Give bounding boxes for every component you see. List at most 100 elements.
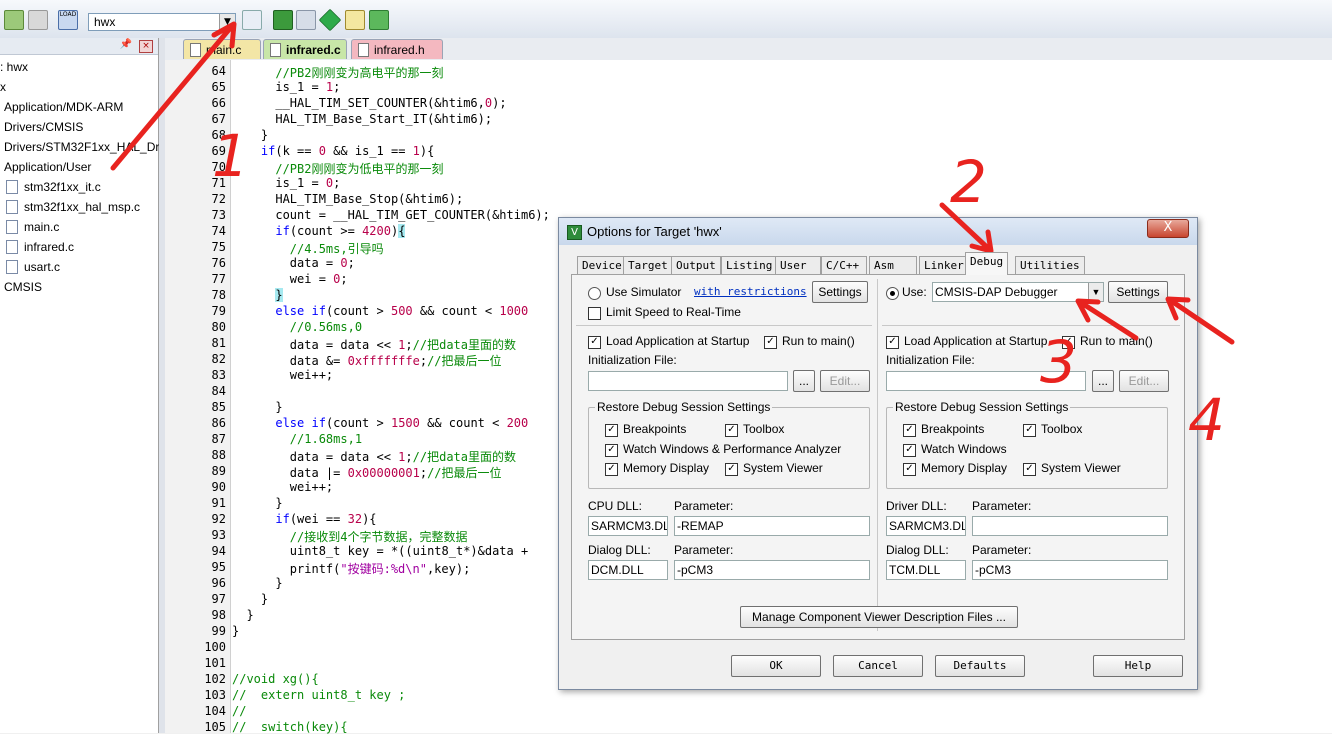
dialog-parameter-input[interactable]: -pCM3: [972, 560, 1168, 580]
dialog-title-bar[interactable]: V Options for Target 'hwx' X: [559, 218, 1197, 245]
toolbox-checkbox[interactable]: ✓: [1023, 424, 1036, 437]
init-file-input[interactable]: [588, 371, 788, 391]
tree-group[interactable]: Application/MDK-ARM: [4, 100, 123, 114]
tree-file[interactable]: usart.c: [24, 260, 60, 274]
with-restrictions-link[interactable]: with restrictions: [694, 285, 807, 298]
run-to-main-checkbox[interactable]: ✓: [764, 336, 777, 349]
close-icon[interactable]: ×: [139, 40, 153, 53]
tab-asm[interactable]: Asm: [869, 256, 917, 274]
select-device-icon[interactable]: [318, 8, 342, 32]
pin-icon[interactable]: 📌: [120, 39, 132, 50]
dialog-parameter-input[interactable]: -pCM3: [674, 560, 870, 580]
code-token: ;: [347, 256, 355, 270]
target-select[interactable]: hwx ▼: [88, 13, 236, 31]
breakpoints-checkbox[interactable]: ✓: [903, 424, 916, 437]
chevron-down-icon[interactable]: ▼: [1088, 283, 1103, 301]
code-token: ;: [405, 450, 413, 464]
tab-listing[interactable]: Listing: [721, 256, 778, 274]
manage-components-icon[interactable]: [273, 10, 293, 30]
tree-target[interactable]: x: [0, 80, 6, 94]
code-line: data = data << 1;//把data里面的数: [232, 448, 516, 465]
memory-display-checkbox[interactable]: ✓: [903, 463, 916, 476]
tab-linker[interactable]: Linker: [919, 256, 969, 274]
cpu-dll-input[interactable]: SARMCM3.DLL: [588, 516, 668, 536]
tab-infrared-c[interactable]: infrared.c: [263, 39, 347, 59]
watch-checkbox[interactable]: ✓: [903, 444, 916, 457]
line-number: 78: [211, 288, 226, 302]
code-line: //4.5ms,引导吗: [232, 240, 384, 257]
system-viewer-checkbox[interactable]: ✓: [725, 463, 738, 476]
load-app-checkbox[interactable]: ✓: [886, 336, 899, 349]
cpu-parameter-input[interactable]: -REMAP: [674, 516, 870, 536]
code-token: 0: [318, 144, 326, 158]
edit-button[interactable]: Edit...: [1119, 370, 1169, 392]
browse-button[interactable]: ...: [793, 370, 815, 392]
dialog-dll-label: Dialog DLL:: [886, 543, 949, 557]
tree-group[interactable]: Application/User: [4, 160, 91, 174]
code-line: HAL_TIM_Base_Start_IT(&htim6);: [232, 112, 492, 126]
code-token: //: [232, 704, 247, 718]
edit-button[interactable]: Edit...: [820, 370, 870, 392]
manage-component-viewer-button[interactable]: Manage Component Viewer Description File…: [740, 606, 1018, 628]
breakpoints-checkbox[interactable]: ✓: [605, 424, 618, 437]
tree-file[interactable]: stm32f1xx_it.c: [24, 180, 101, 194]
code-line: else if(count > 500 && count < 1000: [232, 304, 528, 318]
browse-button[interactable]: ...: [1092, 370, 1114, 392]
chevron-down-icon[interactable]: ▼: [219, 14, 235, 30]
tree-file[interactable]: infrared.c: [24, 240, 74, 254]
tab-debug[interactable]: Debug: [965, 252, 1009, 275]
tree-group[interactable]: Drivers/CMSIS: [4, 120, 83, 134]
tree-file[interactable]: stm32f1xx_hal_msp.c: [24, 200, 140, 214]
tree-group[interactable]: Drivers/STM32F1xx_HAL_Driv: [4, 140, 168, 154]
load-app-checkbox[interactable]: ✓: [588, 336, 601, 349]
use-debugger-radio[interactable]: [886, 287, 899, 300]
dialog-dll-input[interactable]: TCM.DLL: [886, 560, 966, 580]
tab-infrared-h[interactable]: infrared.h: [351, 39, 443, 59]
build-icon[interactable]: [4, 10, 24, 30]
run-to-main-checkbox[interactable]: ✓: [1062, 336, 1075, 349]
rebuild-icon[interactable]: [28, 10, 48, 30]
code-token: ){: [362, 512, 377, 526]
ok-button[interactable]: OK: [731, 655, 821, 677]
configure-icon[interactable]: [369, 10, 389, 30]
system-viewer-label: System Viewer: [743, 461, 823, 475]
code-line: // switch(key){: [232, 720, 348, 734]
help-button[interactable]: Help: [1093, 655, 1183, 677]
tab-output[interactable]: Output: [671, 256, 721, 274]
load-icon[interactable]: LOAD: [58, 10, 78, 30]
tab-device[interactable]: Device: [577, 256, 627, 274]
init-file-input[interactable]: [886, 371, 1086, 391]
tab-main-c[interactable]: main.c: [183, 39, 261, 59]
code-token: //PB2刚刚变为高电平的那一刻: [275, 66, 444, 80]
tree-project-root[interactable]: : hwx: [0, 60, 28, 74]
tab-user[interactable]: User: [775, 256, 821, 274]
driver-parameter-input[interactable]: [972, 516, 1168, 536]
tab-c-cpp[interactable]: C/C++: [821, 256, 867, 274]
watch-checkbox[interactable]: ✓: [605, 444, 618, 457]
tab-target[interactable]: Target: [623, 256, 673, 274]
tab-utilities[interactable]: Utilities: [1015, 256, 1085, 274]
tree-file[interactable]: main.c: [24, 220, 59, 234]
cancel-button[interactable]: Cancel: [833, 655, 923, 677]
file-icon: [6, 240, 18, 254]
options-target-icon[interactable]: [242, 10, 262, 30]
pack-installer-icon[interactable]: [296, 10, 316, 30]
close-button[interactable]: X: [1147, 219, 1189, 238]
code-line: }: [232, 608, 253, 622]
line-number: 82: [211, 352, 226, 366]
limit-speed-checkbox[interactable]: [588, 307, 601, 320]
tree-group[interactable]: CMSIS: [4, 280, 42, 294]
dialog-dll-input[interactable]: DCM.DLL: [588, 560, 668, 580]
driver-dll-input[interactable]: SARMCM3.DLL: [886, 516, 966, 536]
code-token: data =: [232, 256, 341, 270]
memory-display-checkbox[interactable]: ✓: [605, 463, 618, 476]
system-viewer-checkbox[interactable]: ✓: [1023, 463, 1036, 476]
debugger-select[interactable]: CMSIS-DAP Debugger ▼: [932, 282, 1104, 302]
defaults-button[interactable]: Defaults: [935, 655, 1025, 677]
manage-run-time-icon[interactable]: [345, 10, 365, 30]
simulator-settings-button[interactable]: Settings: [812, 281, 868, 303]
file-icon: [6, 180, 18, 194]
debugger-settings-button[interactable]: Settings: [1108, 281, 1168, 303]
toolbox-checkbox[interactable]: ✓: [725, 424, 738, 437]
use-simulator-radio[interactable]: [588, 287, 601, 300]
